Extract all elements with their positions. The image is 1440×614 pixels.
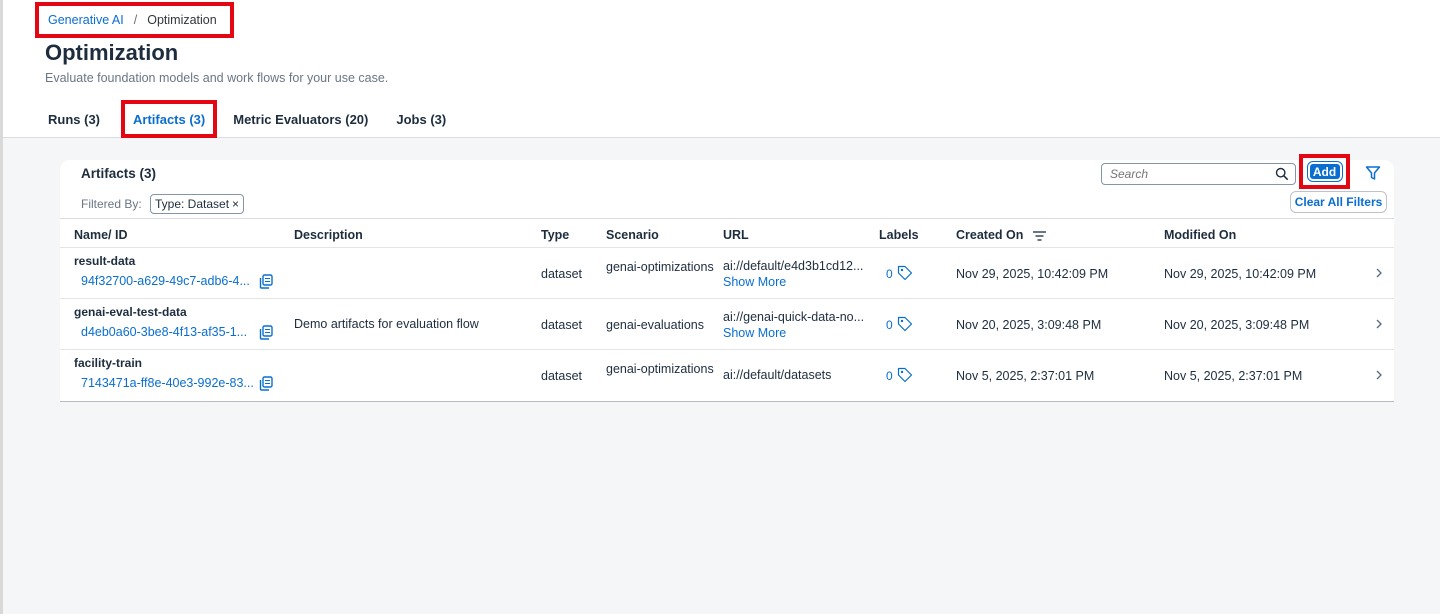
table-row[interactable]: genai-eval-test-data d4eb0a60-3be8-4f13-… bbox=[60, 299, 1394, 350]
row-description: Demo artifacts for evaluation flow bbox=[294, 317, 479, 331]
breadcrumb-separator: / bbox=[133, 13, 138, 27]
table-row[interactable]: facility-train 7143471a-ff8e-40e3-992e-8… bbox=[60, 350, 1394, 401]
chevron-right-icon[interactable] bbox=[1374, 318, 1384, 330]
copy-icon[interactable] bbox=[259, 274, 273, 289]
row-id-link[interactable]: 94f32700-a629-49c7-adb6-4... bbox=[81, 274, 256, 288]
row-label-count[interactable]: 0 bbox=[886, 267, 893, 281]
table-header: Name/ ID Description Type Scenario URL L… bbox=[60, 218, 1394, 248]
row-scenario: genai-optimizations bbox=[606, 362, 714, 376]
column-header-type: Type bbox=[541, 228, 570, 242]
search-field bbox=[1101, 163, 1296, 185]
search-icon[interactable] bbox=[1275, 167, 1289, 181]
filtered-by-label: Filtered By: bbox=[81, 197, 142, 211]
row-url-text: ai://genai-quick-data-no... bbox=[723, 310, 865, 324]
row-modified-on: Nov 29, 2025, 10:42:09 PM bbox=[1164, 267, 1317, 281]
row-label-count[interactable]: 0 bbox=[886, 369, 893, 383]
row-url: ai://default/e4d3b1cd12... Show More bbox=[723, 258, 863, 290]
copy-icon[interactable] bbox=[259, 376, 273, 391]
column-header-created[interactable]: Created On bbox=[956, 228, 1046, 242]
row-type: dataset bbox=[541, 318, 583, 332]
row-modified-on: Nov 5, 2025, 2:37:01 PM bbox=[1164, 369, 1303, 383]
page-subtitle: Evaluate foundation models and work flow… bbox=[45, 71, 389, 85]
row-name: genai-eval-test-data bbox=[74, 305, 187, 319]
close-icon[interactable]: × bbox=[232, 197, 239, 211]
row-created-on: Nov 29, 2025, 10:42:09 PM bbox=[956, 267, 1109, 281]
tab-bar: Runs (3) Artifacts (3) Metric Evaluators… bbox=[45, 100, 474, 138]
row-url: ai://genai-quick-data-no... Show More bbox=[723, 309, 864, 341]
table-row[interactable]: result-data 94f32700-a629-49c7-adb6-4...… bbox=[60, 248, 1394, 299]
add-button-highlight: Add bbox=[1299, 154, 1350, 189]
tag-icon[interactable] bbox=[897, 265, 913, 281]
column-header-name: Name/ ID bbox=[74, 228, 128, 242]
filter-chip-type: Type: Dataset × bbox=[150, 194, 245, 214]
artifacts-card: Artifacts (3) Filtered By: Type: Dataset… bbox=[60, 154, 1394, 402]
row-created-on: Nov 5, 2025, 2:37:01 PM bbox=[956, 369, 1095, 383]
tab-artifacts[interactable]: Artifacts (3) bbox=[121, 100, 218, 138]
tab-runs[interactable]: Runs (3) bbox=[48, 100, 100, 138]
row-created-on: Nov 20, 2025, 3:09:48 PM bbox=[956, 318, 1102, 332]
tab-metric-evaluators[interactable]: Metric Evaluators (20) bbox=[233, 100, 368, 138]
filter-icon[interactable] bbox=[1365, 165, 1381, 181]
breadcrumb-current: Optimization bbox=[147, 13, 217, 27]
breadcrumb: Generative AI / Optimization bbox=[35, 2, 234, 38]
clear-all-filters-button[interactable]: Clear All Filters bbox=[1290, 191, 1387, 213]
row-id-link[interactable]: 7143471a-ff8e-40e3-992e-83... bbox=[81, 376, 256, 390]
chevron-right-icon[interactable] bbox=[1374, 369, 1384, 381]
row-modified-on: Nov 20, 2025, 3:09:48 PM bbox=[1164, 318, 1310, 332]
filter-chip-label: Type: Dataset bbox=[155, 197, 230, 211]
row-scenario: genai-optimizations bbox=[606, 260, 714, 274]
tab-jobs[interactable]: Jobs (3) bbox=[396, 100, 446, 138]
row-type: dataset bbox=[541, 267, 583, 281]
row-url-text: ai://default/e4d3b1cd12... bbox=[723, 259, 864, 273]
add-button[interactable]: Add bbox=[1306, 161, 1343, 182]
search-input[interactable] bbox=[1110, 167, 1270, 181]
column-header-description: Description bbox=[294, 228, 363, 242]
column-header-scenario: Scenario bbox=[606, 228, 659, 242]
column-header-created-label: Created On bbox=[956, 228, 1024, 242]
row-scenario: genai-evaluations bbox=[606, 318, 704, 332]
column-header-modified: Modified On bbox=[1164, 228, 1237, 242]
row-name: result-data bbox=[74, 254, 136, 268]
tag-icon[interactable] bbox=[897, 316, 913, 332]
row-label-count[interactable]: 0 bbox=[886, 318, 893, 332]
show-more-link[interactable]: Show More bbox=[723, 326, 786, 340]
tag-icon[interactable] bbox=[897, 367, 913, 383]
row-url-text: ai://default/datasets bbox=[723, 368, 832, 382]
page-header: Generative AI / Optimization Optimizatio… bbox=[3, 0, 1440, 138]
show-more-link[interactable]: Show More bbox=[723, 275, 786, 289]
page-title: Optimization bbox=[45, 40, 179, 65]
copy-icon[interactable] bbox=[259, 325, 273, 340]
row-type: dataset bbox=[541, 369, 583, 383]
column-header-labels: Labels bbox=[879, 228, 919, 242]
row-id-link[interactable]: d4eb0a60-3be8-4f13-af35-1... bbox=[81, 325, 256, 339]
card-title: Artifacts (3) bbox=[81, 166, 157, 181]
column-header-url: URL bbox=[723, 228, 749, 242]
chevron-right-icon[interactable] bbox=[1374, 267, 1384, 279]
row-name: facility-train bbox=[74, 356, 143, 370]
sort-icon bbox=[1032, 231, 1046, 241]
breadcrumb-link-generative-ai[interactable]: Generative AI bbox=[48, 13, 124, 27]
